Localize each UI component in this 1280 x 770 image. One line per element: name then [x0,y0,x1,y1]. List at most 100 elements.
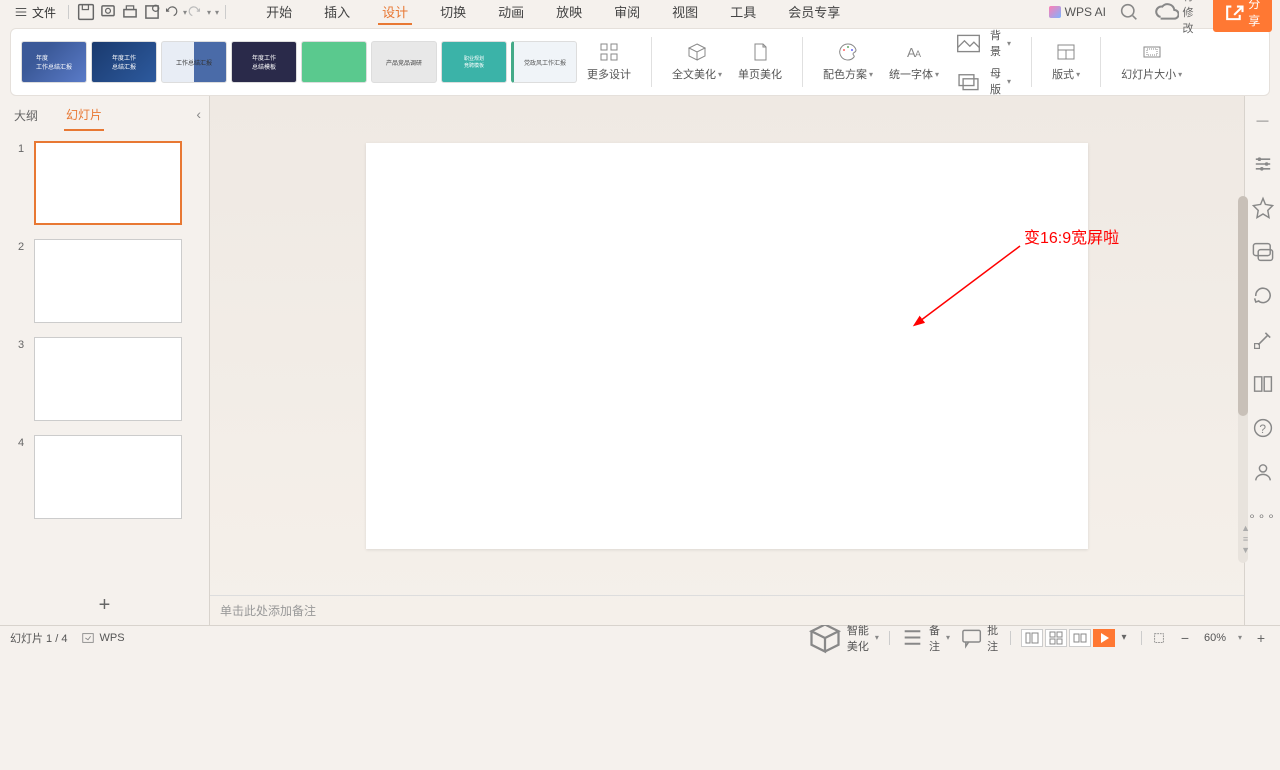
template-thumb[interactable]: 年度工作总结汇报 [21,41,87,83]
color-scheme-button[interactable]: 配色方案▾ [817,38,879,86]
menu-tab-设计[interactable]: 设计 [378,0,412,25]
slide-number: 3 [18,339,26,351]
star-icon[interactable] [1251,196,1275,220]
cube-icon [687,42,707,62]
outline-tab[interactable]: 大纲 [12,101,40,130]
menu-tab-会员专享[interactable]: 会员专享 [784,0,844,25]
separator [802,37,803,87]
slide-canvas[interactable] [366,143,1088,549]
file-menu-button[interactable]: 文件 [8,2,62,23]
template-thumb[interactable]: 年度工作总结模板 [231,41,297,83]
app-icon [81,631,95,645]
cloud-icon [1152,0,1179,26]
chat-icon[interactable] [1251,240,1275,264]
modify-status[interactable]: 有修改 [1146,0,1207,38]
separator [651,37,652,87]
aspect-icon [1142,42,1162,62]
slides-tab[interactable]: 幻灯片 [64,100,104,131]
person-icon[interactable] [1251,460,1275,484]
unify-font-button[interactable]: AA 统一字体▾ [883,38,945,86]
page-icon [750,42,770,62]
slide-size-button[interactable]: 幻灯片大小▾ [1115,38,1188,86]
slide-row: 1 [18,141,195,225]
menu-tab-开始[interactable]: 开始 [262,0,296,25]
design-ribbon: 年度工作总结汇报 年度工作总结汇报 工作总结汇报 年度工作总结模板 产品竞品调研… [10,28,1270,96]
nav-dots[interactable]: ▲≡▼ [1241,524,1250,555]
export-button[interactable] [141,1,163,23]
layout-button[interactable]: 版式▾ [1046,38,1086,86]
book-icon[interactable] [1251,372,1275,396]
annotation-label: 变16:9宽屏啦 [1024,224,1119,248]
tools-icon[interactable] [1251,328,1275,352]
help-icon[interactable]: ? [1251,416,1275,440]
vertical-scrollbar[interactable] [1238,196,1252,563]
slide-thumbnail[interactable] [34,141,182,225]
more-design-button[interactable]: 更多设计 [581,38,637,86]
menu-tab-插入[interactable]: 插入 [320,0,354,25]
more-icon[interactable]: ∘∘∘ [1251,504,1275,528]
menu-tab-工具[interactable]: 工具 [726,0,760,25]
slide-thumbnail[interactable] [34,435,182,519]
grid-icon [599,42,619,62]
separator [68,5,69,19]
font-icon: AA [904,42,924,62]
caret-down-icon[interactable]: ▾ [1238,633,1242,642]
panel-tabs: 大纲 幻灯片 ‹ [0,96,209,131]
template-thumb[interactable]: 产品竞品调研 [371,41,437,83]
image-icon [955,30,982,57]
menu-tab-放映[interactable]: 放映 [552,0,586,25]
zoom-level[interactable]: 60% [1204,632,1226,644]
redo-button[interactable]: ▾ [187,4,211,20]
search-button[interactable] [1118,1,1140,23]
undo-button[interactable]: ▾ [163,4,187,20]
wps-status[interactable]: WPS [81,631,124,645]
share-button[interactable]: 分享 [1213,0,1272,32]
notes-input[interactable]: 单击此处添加备注 [210,595,1244,625]
background-button[interactable]: 背景▾ [949,25,1017,61]
template-thumb[interactable]: 年度工作总结汇报 [91,41,157,83]
collapse-button[interactable]: ‹ [196,106,201,122]
notes-toggle[interactable]: 备注▾ [900,622,950,654]
separator [1031,37,1032,87]
template-thumb[interactable]: 职业规划竞聘模板 [441,41,507,83]
template-thumb[interactable] [301,41,367,83]
separator [1100,37,1101,87]
save-button[interactable] [75,1,97,23]
hamburger-icon [14,5,28,19]
menu-tab-审阅[interactable]: 审阅 [610,0,644,25]
slide-indicator: 幻灯片 1 / 4 [10,630,67,646]
single-beautify-button[interactable]: 单页美化 [732,38,788,86]
comments-toggle[interactable]: 批注 [960,622,1000,654]
share-icon [1223,1,1245,23]
separator [225,5,226,19]
layout-icon [1056,42,1076,62]
master-button[interactable]: 母版▾ [949,63,1017,99]
slide-panel: 大纲 幻灯片 ‹ 1 2 3 4 + [0,96,210,625]
palette-icon [838,42,858,62]
slide-number: 2 [18,241,26,253]
fit-view-button[interactable] [1152,631,1166,645]
top-toolbar: 文件 ▾ ▾ ▾ 开始插入设计切换动画放映审阅视图工具会员专享 WPS AI 有… [0,0,1280,24]
main-area: 大纲 幻灯片 ‹ 1234 + 单击此处添加备注 变16:9宽屏啦 ▲≡▼ — … [0,96,1280,625]
adjust-icon[interactable] [1251,152,1275,176]
svg-text:?: ? [1259,422,1266,436]
add-slide-button[interactable]: + [0,586,209,625]
menu-tab-切换[interactable]: 切换 [436,0,470,25]
refresh-icon[interactable] [1251,284,1275,308]
menu-tab-视图[interactable]: 视图 [668,0,702,25]
slide-row: 2 [18,239,195,323]
slide-thumbnail[interactable] [34,337,182,421]
more-caret-icon[interactable]: ▾ [215,8,219,17]
comment-icon [960,626,983,649]
slide-thumbnail[interactable] [34,239,182,323]
minus-button[interactable]: — [1251,108,1275,132]
list-icon [900,625,925,650]
template-thumb[interactable]: 党政风工作汇报 [511,41,577,83]
print-preview-button[interactable] [97,1,119,23]
full-beautify-button[interactable]: 全文美化▾ [666,38,728,86]
template-thumb[interactable]: 工作总结汇报 [161,41,227,83]
wps-ai-button[interactable]: WPS AI [1043,3,1112,21]
menu-tab-动画[interactable]: 动画 [494,0,528,25]
slide-row: 4 [18,435,195,519]
print-button[interactable] [119,1,141,23]
